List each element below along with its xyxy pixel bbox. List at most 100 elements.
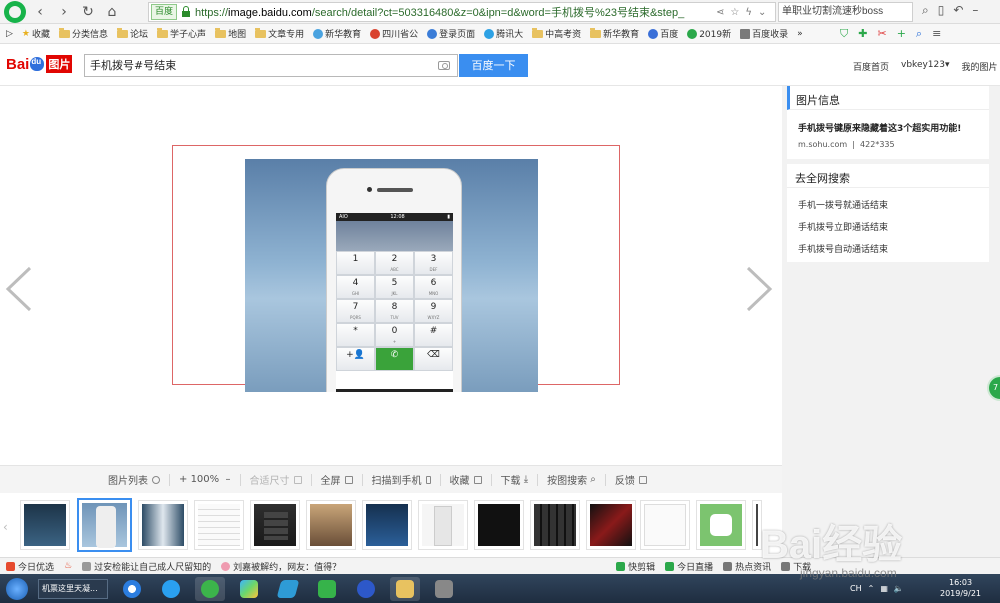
quick-edit-item[interactable]: 快剪辑: [616, 560, 655, 573]
daily-picks-item[interactable]: 今日优选: [6, 560, 54, 573]
live-item[interactable]: 今日直播: [665, 560, 713, 573]
thumbnail[interactable]: [530, 500, 580, 550]
volume-icon[interactable]: 🔈: [894, 584, 904, 593]
main-image[interactable]: AIO 12:08 ▮ 1 2 ABC 3 DEF 4 GHI 5 JKL 6 MNO 7 PQ…: [245, 159, 538, 392]
fit-size-button[interactable]: 合适尺寸: [250, 472, 302, 487]
bookmark-item[interactable]: 百度: [648, 27, 678, 40]
taskbar-app-icon[interactable]: [156, 577, 186, 601]
taskbar-app-icon[interactable]: [273, 577, 303, 601]
fullscreen-button[interactable]: 全屏: [321, 472, 353, 487]
thumbnail[interactable]: [306, 500, 356, 550]
bookmark-item[interactable]: 地图: [215, 27, 246, 40]
menu-icon[interactable]: ≡: [932, 27, 941, 41]
prev-image-arrow[interactable]: [4, 266, 34, 312]
related-search-link[interactable]: 手机一拨号就通话结束: [787, 188, 989, 211]
browser-logo-icon[interactable]: [0, 0, 28, 24]
lightning-icon[interactable]: ϟ: [745, 7, 752, 18]
image-list-button[interactable]: 图片列表: [108, 472, 160, 487]
browser-search-input[interactable]: 单职业切割流速秒boss: [778, 2, 913, 22]
next-image-arrow[interactable]: [744, 266, 774, 312]
address-bar[interactable]: 百度 https://image.baidu.com/search/detail…: [148, 2, 776, 22]
bookmark-item[interactable]: 中高考资: [532, 27, 581, 40]
related-search-link[interactable]: 手机拨号立即通话结束: [787, 211, 989, 233]
minimize-icon[interactable]: –: [972, 3, 978, 18]
baidu-home-link[interactable]: 百度首页: [853, 60, 889, 73]
taskbar-app-icon[interactable]: [117, 577, 147, 601]
url-text[interactable]: https://image.baidu.com/search/detail?ct…: [195, 4, 710, 20]
bookmark-item[interactable]: 2019新: [687, 27, 731, 40]
feedback-button[interactable]: 反馈: [615, 472, 647, 487]
baidu-image-logo[interactable]: Bai图片: [6, 55, 73, 73]
bookmark-item[interactable]: 新华教育: [313, 27, 361, 40]
shield-icon[interactable]: ⛉: [840, 27, 848, 41]
taskbar-clock[interactable]: 16:03 2019/9/21: [940, 577, 981, 599]
camera-icon[interactable]: [438, 61, 450, 70]
bookmark-item[interactable]: 新华教育: [590, 27, 639, 40]
chevron-down-icon[interactable]: ⌄: [758, 7, 766, 18]
download-button[interactable]: 下载 ⤓: [501, 472, 529, 487]
search-button[interactable]: 百度一下: [459, 54, 528, 77]
image-info-title[interactable]: 手机拨号键原来隐藏着这3个超实用功能!: [787, 110, 989, 134]
back-icon[interactable]: ‹: [28, 0, 52, 24]
search-input[interactable]: 手机拨号#号结束: [84, 54, 458, 77]
bookmark-item[interactable]: 百度收录: [740, 27, 788, 40]
search-icon[interactable]: ⌕: [916, 27, 922, 41]
taskbar-app-icon[interactable]: [234, 577, 264, 601]
network-icon[interactable]: ▦: [880, 584, 888, 593]
plus-icon[interactable]: +: [897, 27, 906, 41]
bookmark-item[interactable]: 分类信息: [59, 27, 108, 40]
taskbar-app-icon[interactable]: [390, 576, 420, 601]
thumbnail[interactable]: [194, 500, 244, 550]
scan-to-phone-button[interactable]: 扫描到手机: [372, 472, 431, 487]
reload-icon[interactable]: ↻: [76, 0, 100, 24]
taskbar-app-icon[interactable]: [195, 576, 225, 601]
thumbnail[interactable]: [474, 500, 524, 550]
taskbar-app-icon[interactable]: [351, 577, 381, 601]
bookmark-item[interactable]: 腾讯大: [484, 27, 523, 40]
thumbnail[interactable]: [250, 500, 300, 550]
flame-icon[interactable]: ♨: [64, 561, 72, 571]
bookmark-item[interactable]: 文章专用: [255, 27, 304, 40]
favorite-button[interactable]: 收藏: [450, 472, 482, 487]
forward-icon[interactable]: ›: [52, 0, 76, 24]
related-search-link[interactable]: 手机拨号自动通话结束: [787, 233, 989, 255]
taskbar-search[interactable]: 机票这里天凝...: [38, 578, 108, 599]
start-button[interactable]: [6, 577, 28, 600]
user-menu[interactable]: vbkey123▾: [901, 60, 950, 73]
scissors-icon[interactable]: ✂: [877, 27, 886, 41]
more-bookmarks-icon[interactable]: »: [797, 29, 803, 39]
bookmark-item[interactable]: 四川省公: [370, 27, 418, 40]
search-by-image-button[interactable]: 按图搜索 ⌕: [547, 472, 596, 487]
home-icon[interactable]: ⌂: [100, 0, 124, 24]
share-icon[interactable]: ⋖: [716, 7, 724, 18]
my-images-link[interactable]: 我的图片: [962, 60, 998, 73]
thumbnail[interactable]: [20, 500, 70, 550]
taskbar-app-icon[interactable]: [312, 577, 342, 601]
news-ticker-item[interactable]: 刘嘉被解约，网友：值得？: [221, 560, 341, 573]
thumbnail[interactable]: [696, 500, 746, 550]
thumbnail[interactable]: [418, 500, 468, 550]
phone-icon[interactable]: ▯: [938, 3, 945, 18]
bookmark-item[interactable]: 论坛: [117, 27, 148, 40]
chevron-up-icon[interactable]: ⌃: [868, 584, 875, 593]
bookmark-item[interactable]: 学子心声: [157, 27, 206, 40]
bookmark-item[interactable]: ★ 收藏: [22, 27, 50, 41]
zoom-in-button[interactable]: +: [179, 474, 191, 485]
sidebar-toggle-icon[interactable]: ▷: [6, 29, 13, 39]
undo-icon[interactable]: ↶: [953, 3, 963, 18]
star-icon[interactable]: ☆: [730, 7, 739, 18]
bookmark-item[interactable]: 登录页面: [427, 27, 475, 40]
search-icon[interactable]: ⌕: [922, 3, 929, 18]
news-ticker-item[interactable]: 过安检能让自己成人尺留知的: [82, 560, 211, 573]
thumbnail[interactable]: [586, 500, 636, 550]
thumbnail[interactable]: [138, 500, 188, 550]
taskbar-app-icon[interactable]: [429, 577, 459, 601]
thumbnail[interactable]: [640, 500, 690, 550]
thumbnail-selected[interactable]: [77, 498, 132, 552]
thumbnail[interactable]: [362, 500, 412, 550]
ime-indicator[interactable]: CH: [850, 584, 862, 593]
thumbnail-prev-icon[interactable]: ‹: [3, 520, 8, 534]
add-icon[interactable]: ✚: [858, 27, 867, 41]
zoom-out-button[interactable]: –: [219, 474, 231, 485]
image-frame[interactable]: AIO 12:08 ▮ 1 2 ABC 3 DEF 4 GHI 5 JKL 6 MNO 7 PQ…: [172, 145, 620, 392]
